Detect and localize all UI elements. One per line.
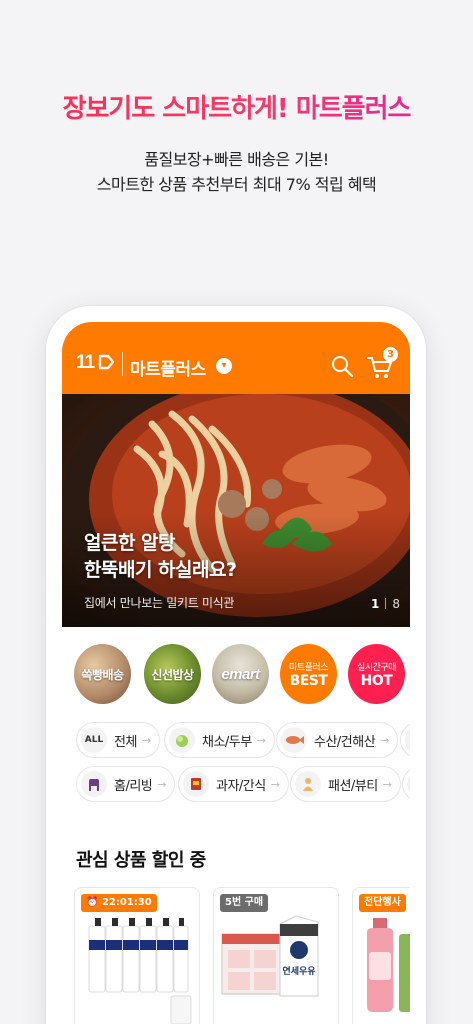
section-title: 관심 상품 할인 중 [76, 850, 206, 871]
promo-headline: 장보기도 스마트하게! 마트플러스 [0, 88, 473, 125]
promo-subtitle-line1: 품질보장+빠른 배송은 기본! [144, 150, 329, 169]
hero-food-image [62, 394, 410, 627]
pager-total: 8 [392, 597, 400, 611]
hero-description: 집에서 만나보는 밀키트 미식관 [84, 596, 235, 610]
shortcut-best[interactable]: 마트플러스 BEST [280, 644, 337, 704]
category-row-1: ALL 전체 → 채소/두부 → 수산/건해산 → [76, 722, 410, 758]
shortcut-circles: 쓱빵배송 신선밥상 emart 마트플러스 BEST 실시간구매 HOT [74, 644, 410, 710]
category-chip-beauty[interactable]: 패션/뷰티 → [290, 766, 401, 802]
shortcut-emart[interactable]: emart [212, 644, 269, 704]
purchase-count-badge: 5번 구매 [220, 894, 269, 912]
chevron-right-icon: → [270, 777, 280, 791]
category-chip-home[interactable]: 홈/리빙 → [76, 766, 176, 802]
category-chip-more-2[interactable] [402, 766, 410, 802]
chevron-right-icon: → [157, 777, 167, 791]
chevron-right-icon: → [141, 733, 152, 747]
vegetable-icon [169, 727, 195, 753]
hero-title-line2: 한뚝배기 하실래요? [84, 559, 237, 581]
promo-subtitle-line2: 스마트한 상품 추천부터 최대 7% 적립 혜택 [96, 175, 377, 194]
shortcut-hot-big: HOT [360, 672, 393, 689]
category-row-2: 홈/리빙 → 과자/간식 → 패션/뷰티 → [76, 766, 410, 802]
timer-badge: ⏰ 22:01:30 [81, 894, 157, 912]
category-chip-more[interactable] [400, 722, 410, 758]
hero-pager: 18 [371, 597, 400, 611]
shortcut-hot-small: 실시간구매 [357, 662, 396, 673]
shortcut-fast-delivery-label: 쓱빵배송 [81, 667, 124, 682]
app-screen: 11 마트플러스 ▾ 3 얼큰한 알탕 한뚝배기 하실래요? 집에서 만나보는 … [62, 322, 410, 1024]
snack-icon [183, 771, 209, 797]
category-chip-label: 홈/리빙 [114, 778, 153, 794]
chevron-right-icon: → [380, 733, 390, 747]
category-chip-label: 과자/간식 [216, 778, 266, 794]
search-icon[interactable] [330, 354, 354, 378]
fish-icon [281, 727, 307, 753]
category-chip-label: 수산/건해산 [314, 734, 376, 750]
category-chip-vegetable[interactable]: 채소/두부 → [164, 722, 275, 758]
hero-banner[interactable]: 얼큰한 알탕 한뚝배기 하실래요? 집에서 만나보는 밀키트 미식관 18 [62, 394, 410, 627]
logo-text: 11 [76, 352, 95, 373]
shortcut-best-big: BEST [289, 672, 328, 689]
produce-icon [405, 727, 410, 753]
app-header: 11 마트플러스 ▾ 3 [62, 322, 410, 394]
chair-icon [81, 771, 107, 797]
chevron-down-icon[interactable]: ▾ [216, 358, 232, 374]
category-chip-snack[interactable]: 과자/간식 → [178, 766, 289, 802]
store-selector-label[interactable]: 마트플러스 [130, 355, 206, 380]
shortcut-fresh-table-label: 신선밥상 [151, 667, 194, 682]
category-chip-label: 채소/두부 [202, 734, 252, 750]
product-card[interactable]: 전단행사 [352, 887, 410, 1024]
shortcut-emart-label: emart [221, 665, 260, 683]
chevron-right-icon: → [256, 733, 266, 747]
more-category-icon [407, 771, 410, 797]
all-icon: ALL [81, 727, 107, 753]
category-chip-label: 패션/뷰티 [328, 778, 378, 794]
app-logo[interactable]: 11 [76, 352, 116, 374]
product-card[interactable]: ⏰ 22:01:30 [74, 887, 200, 1024]
shortcut-hot[interactable]: 실시간구매 HOT [348, 644, 405, 704]
product-card[interactable]: 5번 구매 연세우유 [213, 887, 339, 1024]
shortcut-best-small: 마트플러스 [289, 662, 328, 673]
logo-mark-icon [99, 354, 115, 370]
hero-title-line1: 얼큰한 알탕 [84, 532, 176, 554]
timer-text: 22:01:30 [101, 897, 152, 908]
flyer-event-badge: 전단행사 [359, 894, 406, 912]
beauty-icon [295, 771, 321, 797]
alarm-clock-icon: ⏰ [86, 897, 99, 908]
logo-divider [122, 352, 123, 376]
category-chip-label: 전체 [114, 734, 137, 750]
category-chip-all[interactable]: ALL 전체 → [76, 722, 161, 758]
pager-current: 1 [371, 597, 380, 611]
cart-count-badge: 3 [383, 347, 398, 362]
shortcut-fresh-table[interactable]: 신선밥상 [144, 644, 201, 704]
shortcut-fast-delivery[interactable]: 쓱빵배송 [74, 644, 131, 704]
category-chip-seafood[interactable]: 수산/건해산 → [276, 722, 399, 758]
chevron-right-icon: → [382, 777, 392, 791]
milk-brand-text: 연세우유 [282, 965, 315, 977]
